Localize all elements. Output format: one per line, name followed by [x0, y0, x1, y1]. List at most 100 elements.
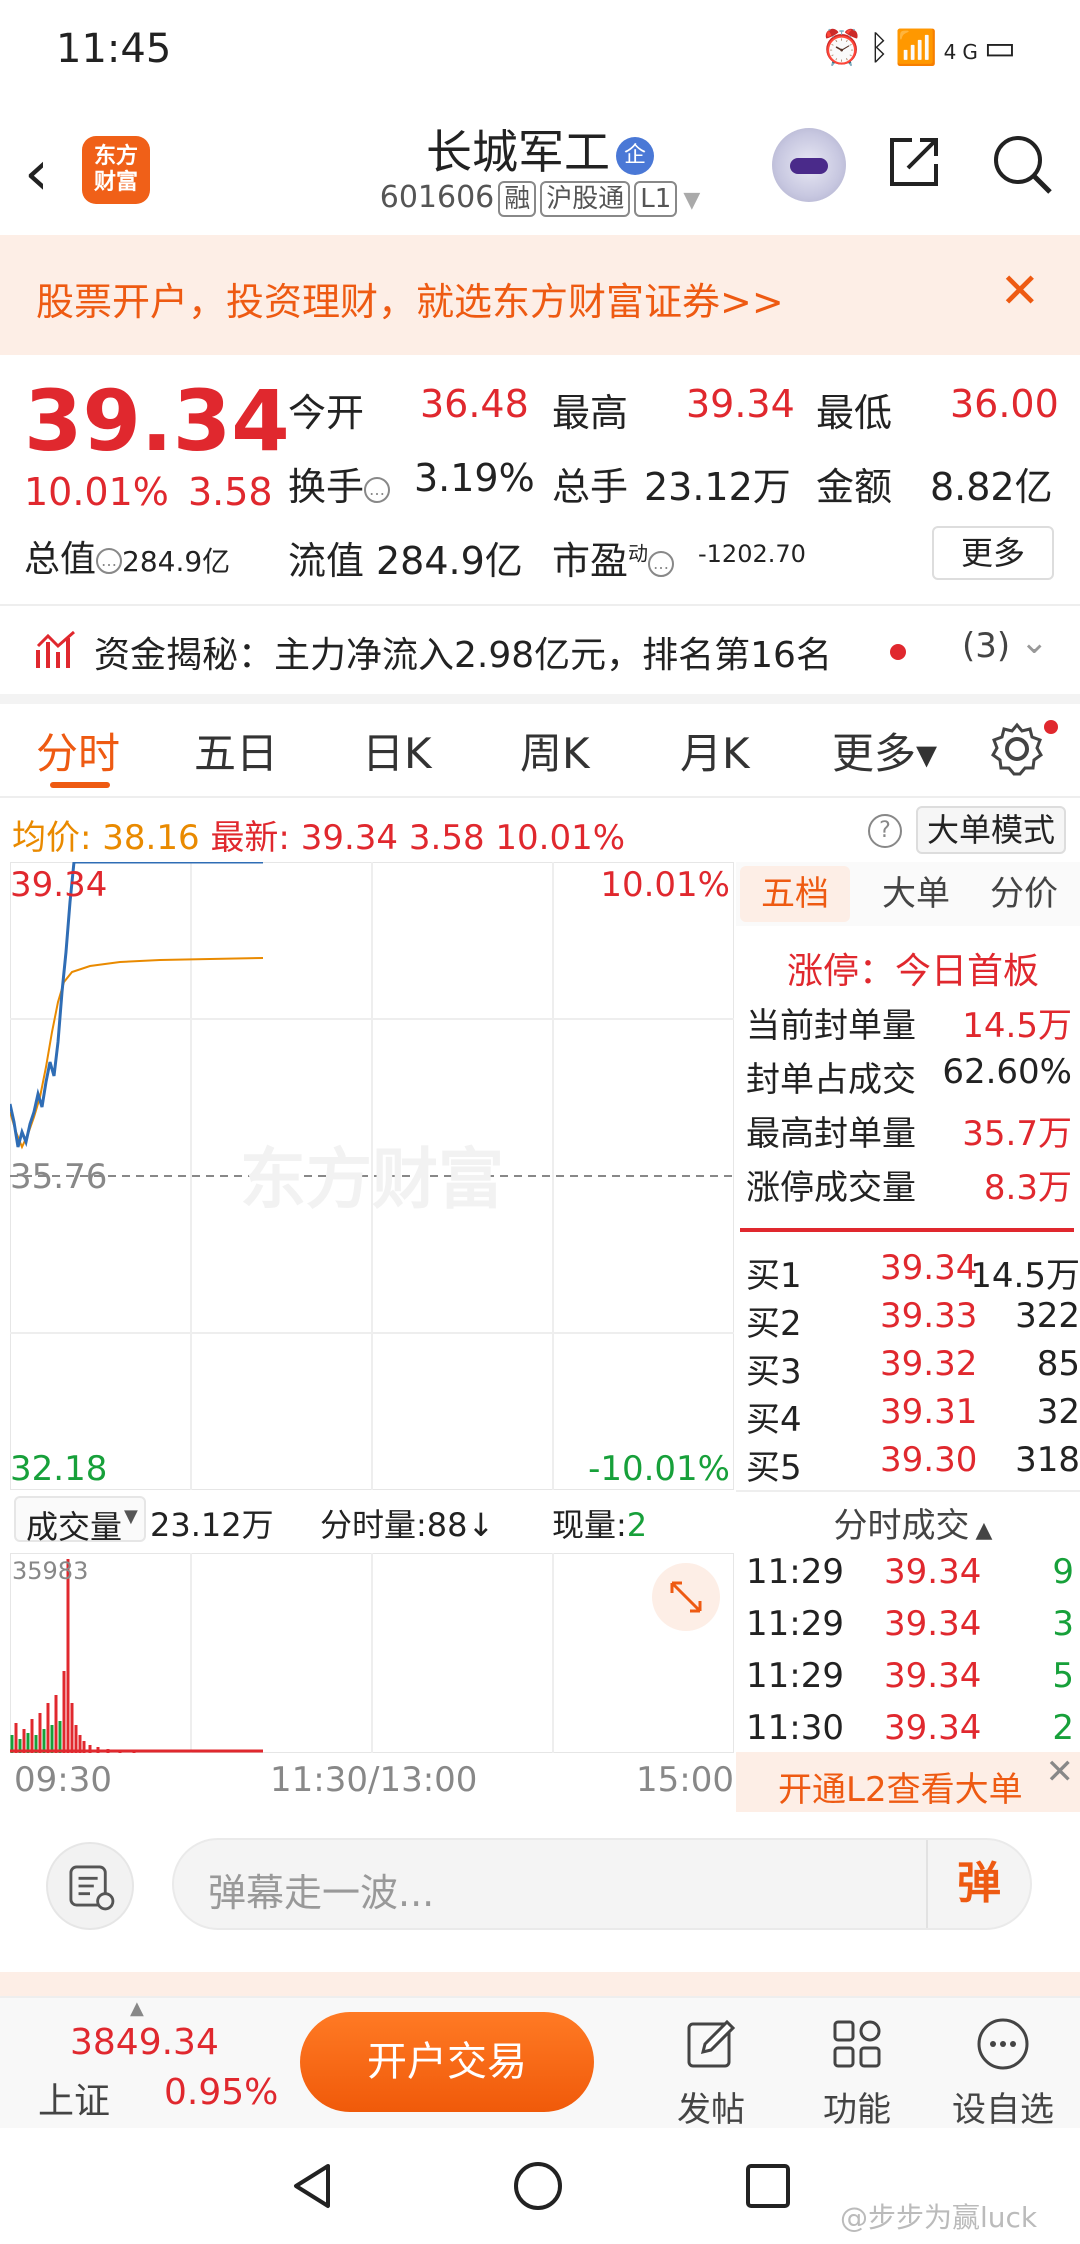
chart-watermark: 东方财富: [240, 1141, 504, 1218]
pe-label: 市盈: [552, 539, 629, 583]
info-icon[interactable]: …: [648, 550, 675, 577]
summary-text: 均价: 38.16 最新: 39.34 3.58 10.01%: [12, 810, 625, 859]
recents-square-icon[interactable]: [740, 2158, 796, 2214]
home-circle-icon[interactable]: [510, 2158, 566, 2214]
bid-row[interactable]: 买4 39.31 32: [742, 1392, 1080, 1440]
info-icon[interactable]: …: [96, 548, 123, 574]
stock-code: 601606: [379, 180, 495, 215]
gear-icon[interactable]: [990, 722, 1044, 776]
order-book-panel: 五档 大单 分价 涨停：今日首板 当前封单量 14.5万 封单占成交 62.60% …: [736, 862, 1080, 1802]
tab-more[interactable]: 更多▾: [832, 720, 937, 781]
tab-intraday[interactable]: 分时: [36, 720, 120, 781]
open-label: 今开: [288, 391, 365, 435]
open-value: 36.48: [420, 382, 529, 426]
tab-five-day[interactable]: 五日: [194, 720, 278, 781]
danmu-bar: 弹幕走一波... 弹: [0, 1812, 1080, 1972]
bid-divider: [740, 1228, 1074, 1232]
volume-total: 23.12万: [150, 1506, 274, 1544]
low-value: 36.00: [950, 382, 1059, 426]
caret-up-icon[interactable]: ▲: [130, 1998, 144, 2019]
tick-volume: 2: [1052, 1708, 1074, 1748]
chevron-down-icon[interactable]: ⌄: [1020, 622, 1049, 662]
tab-daily-k[interactable]: 日K: [362, 720, 432, 781]
market-cap-label: 总值: [24, 539, 97, 580]
tab-price-dist[interactable]: 分价: [974, 866, 1074, 922]
back-triangle-icon[interactable]: [284, 2158, 340, 2214]
promo-banner[interactable]: 股票开户，投资理财，就选东方财富证券>> ✕: [0, 235, 1080, 355]
ticks-header[interactable]: 分时成交 ▲: [746, 1498, 1080, 1547]
latest-label: 最新:: [210, 818, 290, 858]
bid-volume: 32: [1036, 1392, 1080, 1432]
danmu-settings-button[interactable]: [46, 1842, 134, 1930]
close-icon[interactable]: ✕: [1000, 263, 1040, 319]
funds-reveal[interactable]: 资金揭秘：主力净流入2.98亿元，排名第16名 (3) ⌄: [0, 612, 1080, 686]
bid-label: 买3: [746, 1352, 802, 1392]
grid-icon: [833, 2020, 881, 2068]
tick-price: 39.34: [884, 1708, 982, 1748]
nav-add-watchlist[interactable]: 设自选: [948, 2008, 1058, 2131]
avg-value: 38.16: [102, 818, 200, 858]
panel-tabs: 五档 大单 分价: [736, 862, 1080, 926]
help-icon[interactable]: ?: [868, 814, 902, 848]
bid-row[interactable]: 买3 39.32 85: [742, 1344, 1080, 1392]
tab-five-levels[interactable]: 五档: [740, 866, 850, 922]
bid-label: 买4: [746, 1400, 802, 1440]
bar-chart-icon: [36, 630, 75, 668]
volume-chart[interactable]: 35983: [10, 1553, 734, 1753]
big-order-mode-button[interactable]: 大单模式: [916, 806, 1066, 854]
index-value[interactable]: 3849.34: [70, 2022, 219, 2063]
volume-label: 成交量: [26, 1508, 123, 1546]
time-label-open: 09:30: [14, 1760, 112, 1800]
pe-sup: 动: [628, 541, 649, 566]
bottom-price-label: 32.18: [10, 1449, 107, 1489]
volume-label: 总手: [552, 465, 629, 509]
l2-upsell-bar[interactable]: 开通L2查看大单 ✕: [736, 1752, 1080, 1812]
current-volume: 现量:2: [552, 1500, 647, 1546]
volume-indicator-select[interactable]: 成交量 ▼: [14, 1496, 146, 1546]
tab-monthly-k[interactable]: 月K: [680, 720, 750, 781]
tab-weekly-k[interactable]: 周K: [520, 720, 590, 781]
market-cap-value: 284.9亿: [122, 545, 231, 578]
robot-avatar[interactable]: [772, 128, 846, 202]
low-label: 最低: [816, 391, 893, 435]
tab-big-orders[interactable]: 大单: [866, 866, 966, 922]
more-button[interactable]: 更多: [932, 526, 1054, 580]
nav-functions[interactable]: 功能: [802, 2008, 912, 2131]
nav-post[interactable]: 发帖: [656, 2008, 766, 2131]
bid-row[interactable]: 买2 39.33 322: [742, 1296, 1080, 1344]
bid-price: 39.31: [880, 1392, 978, 1432]
tick-row: 11:29 39.34 9: [742, 1552, 1080, 1600]
tick-row: 11:29 39.34 3: [742, 1604, 1080, 1652]
stat-value: 62.60%: [942, 1052, 1072, 1092]
search-icon[interactable]: [990, 132, 1054, 196]
stat-value: 8.3万: [983, 1168, 1072, 1208]
bid-row[interactable]: 买1 39.34 14.5万: [742, 1248, 1080, 1296]
stat-value: 14.5万: [962, 1006, 1072, 1046]
share-icon[interactable]: [884, 132, 944, 192]
close-icon[interactable]: ✕: [1046, 1752, 1075, 1792]
danmu-input[interactable]: 弹幕走一波... 弹: [172, 1838, 1032, 1930]
turnover-label: 换手: [288, 465, 365, 509]
divider: [0, 796, 1080, 798]
prev-close-label: 35.76: [10, 1157, 107, 1197]
tick-volume: 9: [1052, 1552, 1074, 1592]
danmu-placeholder: 弹幕走一波...: [208, 1871, 435, 1915]
status-icons: ⏰ᛒ📶4G▭: [821, 28, 1022, 68]
tick-time: 11:29: [746, 1552, 844, 1592]
intraday-price-chart[interactable]: 东方财富 39.34 10.01% 35.76 32.18 -10.01%: [10, 862, 734, 1490]
current-volume-label: 现量:: [552, 1506, 627, 1544]
open-account-trade-button[interactable]: 开户交易: [300, 2012, 594, 2112]
danmu-send-button[interactable]: 弹: [926, 1840, 1030, 1928]
banner-text[interactable]: 股票开户，投资理财，就选东方财富证券>>: [36, 271, 784, 326]
stock-header: ‹ 东方 财富 长城军工企 601606 融沪股通 L1 ▼: [0, 100, 1080, 235]
bottom-pct-label: -10.01%: [588, 1449, 730, 1489]
stat-label: 当前封单量: [746, 1006, 916, 1046]
change-amount: 3.58: [188, 470, 273, 514]
tick-time: 11:29: [746, 1604, 844, 1644]
info-icon[interactable]: …: [364, 476, 391, 503]
market-cap: 总值… 284.9亿: [24, 530, 230, 582]
tick-row: 11:29 39.34 5: [742, 1656, 1080, 1704]
bid-row[interactable]: 买5 39.30 318: [742, 1440, 1080, 1488]
index-change[interactable]: 0.95%: [164, 2072, 278, 2113]
index-name[interactable]: 上证: [38, 2072, 110, 2124]
